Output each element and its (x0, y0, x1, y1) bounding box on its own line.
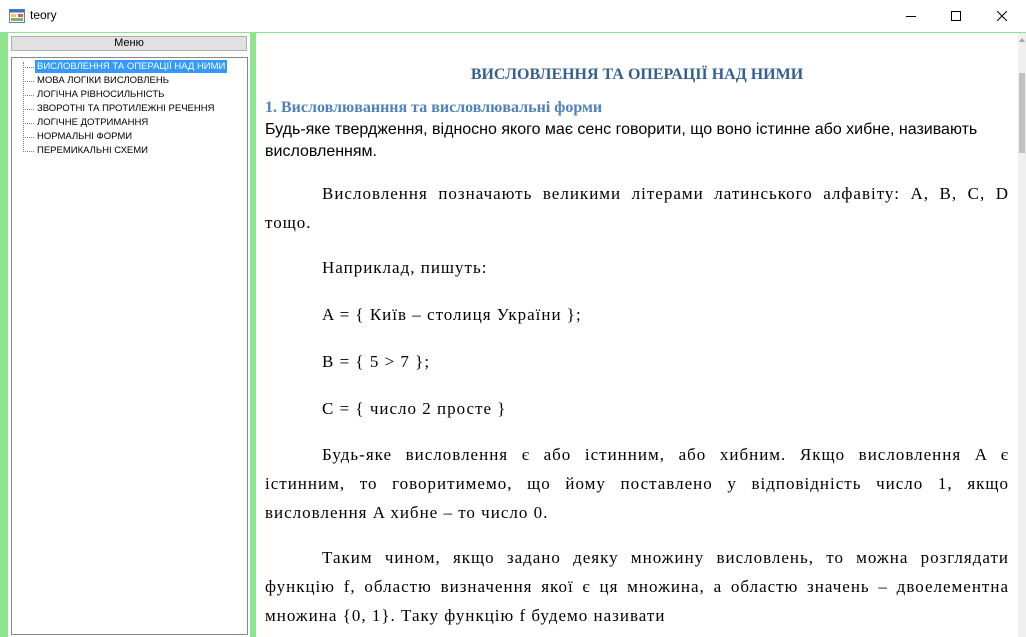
vertical-scrollbar[interactable] (1018, 33, 1026, 637)
sidebar-panel: Меню ВИСЛОВЛЕННЯ ТА ОПЕРАЦІЇ НАД НИМИ МО… (8, 33, 250, 637)
tree-branch-line (23, 95, 34, 96)
maximize-icon (951, 11, 961, 21)
tree-item-label: ЗВОРОТНІ ТА ПРОТИЛЕЖНІ РЕЧЕННЯ (37, 103, 215, 114)
section-heading: 1. Висловлюванння та висловлювальні форм… (265, 99, 603, 116)
topics-tree[interactable]: ВИСЛОВЛЕННЯ ТА ОПЕРАЦІЇ НАД НИМИ МОВА ЛО… (11, 57, 248, 635)
close-button[interactable] (979, 0, 1025, 32)
minimize-icon (906, 16, 916, 17)
tree-item-label: ЛОГІЧНЕ ДОТРИМАННЯ (37, 117, 149, 128)
window-title: teory (30, 8, 57, 22)
app-window-icon (9, 9, 25, 23)
tree-item-label: ЛОГІЧНА РІВНОСИЛЬНІСТЬ (37, 89, 165, 100)
scrollbar-thumb[interactable] (1019, 73, 1025, 153)
paragraph: A = { Київ – столиця України }; (322, 305, 582, 324)
tree-branch-line (23, 151, 34, 152)
document-title: ВИСЛОВЛЕННЯ ТА ОПЕРАЦІЇ НАД НИМИ (470, 66, 804, 83)
menu-button[interactable]: Меню (11, 36, 247, 51)
paragraph: Висловлення позначають великими літерами… (265, 184, 1009, 232)
tree-branch-line (23, 81, 34, 82)
tree-item-label: НОРМАЛЬНІ ФОРМИ (37, 131, 133, 142)
scroll-up-arrow-icon[interactable] (1018, 35, 1026, 45)
tree-item-label: ВИСЛОВЛЕННЯ ТА ОПЕРАЦІЇ НАД НИМИ (35, 60, 228, 73)
paragraph: Таким чином, якщо задано деяку множину в… (265, 548, 1009, 625)
close-icon (997, 11, 1007, 21)
paragraph: Будь-яке висловлення є або істинним, або… (265, 445, 1009, 522)
paragraph: Наприклад, пишуть: (322, 258, 488, 277)
tree-item-label: МОВА ЛОГІКИ ВИСЛОВЛЕНЬ (37, 75, 169, 86)
minimize-button[interactable] (888, 0, 934, 32)
tree-branch-line (23, 137, 34, 138)
maximize-button[interactable] (933, 0, 979, 32)
tree-branch-line (23, 123, 34, 124)
document-view[interactable]: ВИСЛОВЛЕННЯ ТА ОПЕРАЦІЇ НАД НИМИ 1. Висл… (256, 33, 1018, 637)
paragraph: B = { 5 > 7 }; (322, 352, 431, 371)
tree-branch-line (23, 67, 34, 68)
tree-branch-line (23, 109, 34, 110)
title-bar: teory (0, 0, 1026, 32)
tree-item-label: ПЕРЕМИКАЛЬНІ СХЕМИ (37, 145, 149, 156)
paragraph: C = { число 2 просте } (322, 399, 507, 418)
intro-paragraph: Будь-яке твердження, відносно якого має … (265, 121, 978, 160)
